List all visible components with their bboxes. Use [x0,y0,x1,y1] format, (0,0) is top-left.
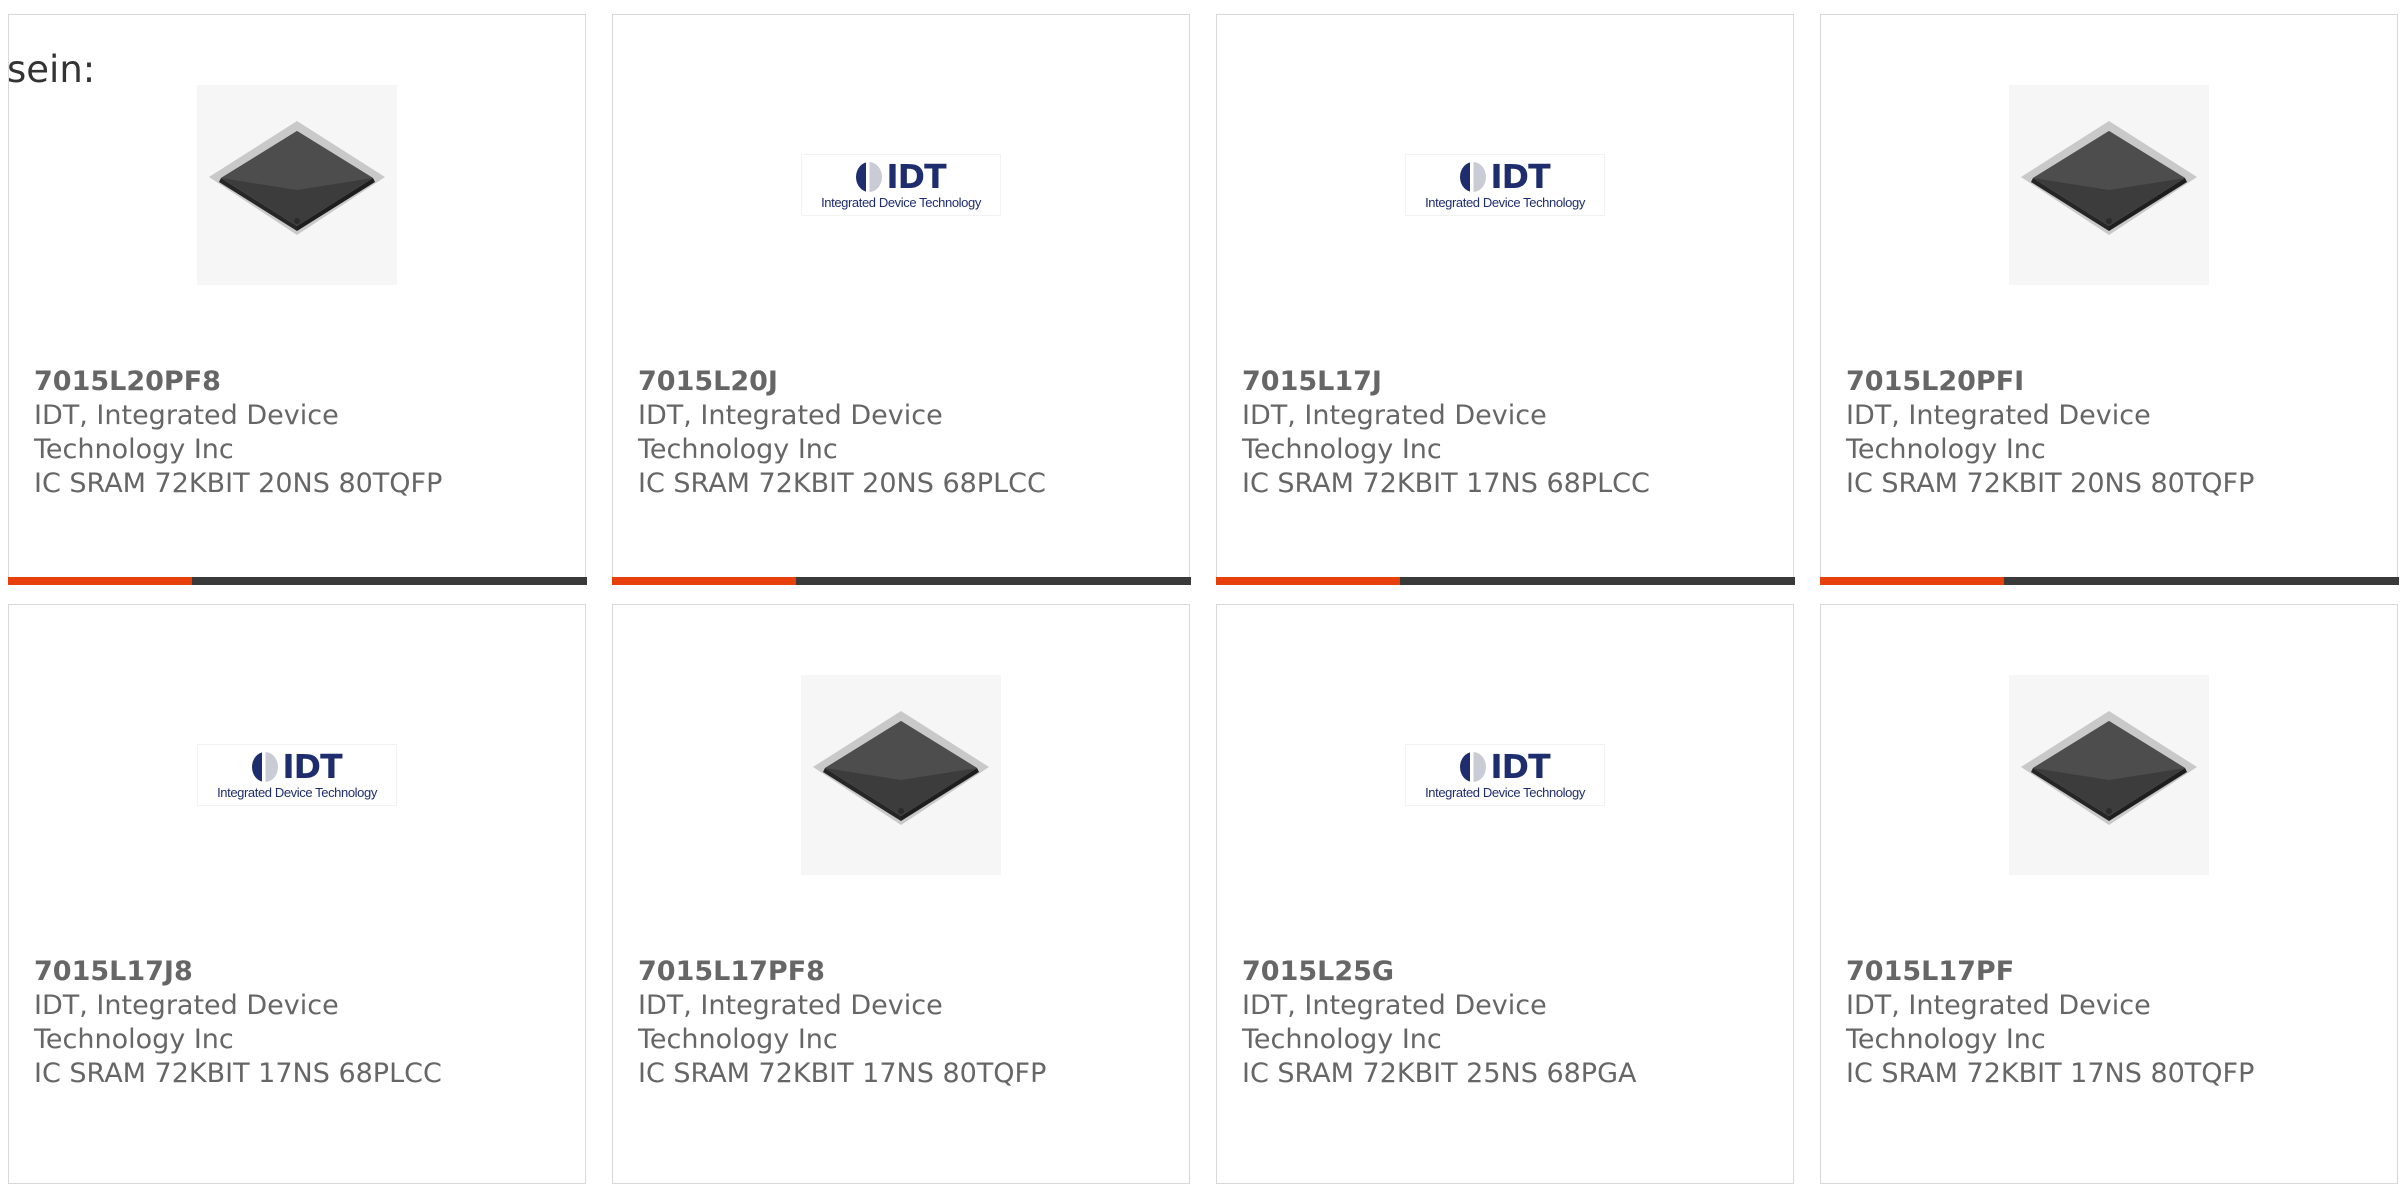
manufacturer-name: IDT, Integrated Device [1846,990,2151,1021]
product-image[interactable]: IDT Integrated Device Technology [801,85,1001,285]
card-accent-bar [1819,576,2399,585]
manufacturer-name-cont: Technology Inc [1846,1024,2046,1055]
manufacturer-name: IDT, Integrated Device [638,400,943,431]
product-info: 7015L17PF IDT, Integrated Device Technol… [1846,955,2387,1091]
manufacturer-name-cont: Technology Inc [638,1024,838,1055]
product-image[interactable] [801,675,1001,875]
idt-logo: IDT Integrated Device Technology [801,154,1001,216]
product-card[interactable]: IDT Integrated Device Technology 7015L25… [1216,604,1794,1184]
product-image[interactable]: IDT Integrated Device Technology [1405,85,1605,285]
card-accent-bar [611,576,1191,585]
manufacturer-name: IDT, Integrated Device [638,990,943,1021]
manufacturer-name-cont: Technology Inc [638,434,838,465]
product-info: 7015L20PFI IDT, Integrated Device Techno… [1846,365,2387,501]
idt-logo-icon [1460,162,1487,192]
product-description: IC SRAM 72KBIT 25NS 68PGA [1242,1058,1637,1089]
product-description: IC SRAM 72KBIT 17NS 80TQFP [638,1058,1047,1089]
product-card[interactable]: IDT Integrated Device Technology 7015L20… [611,14,1191,585]
card-accent-bar [1215,576,1795,585]
chip-package-icon [197,85,397,285]
manufacturer-name-cont: Technology Inc [1242,1024,1442,1055]
product-info: 7015L20J IDT, Integrated Device Technolo… [638,365,1179,501]
manufacturer-name-cont: Technology Inc [34,1024,234,1055]
product-info: 7015L17J8 IDT, Integrated Device Technol… [34,955,575,1091]
product-description: IC SRAM 72KBIT 20NS 68PLCC [638,468,1046,499]
product-description: IC SRAM 72KBIT 17NS 68PLCC [34,1058,442,1089]
product-card[interactable]: 7015L17PF IDT, Integrated Device Technol… [1820,604,2398,1184]
product-card[interactable]: 7015L20PF8 IDT, Integrated Device Techno… [7,14,587,585]
idt-logo-icon [856,162,883,192]
product-description: IC SRAM 72KBIT 20NS 80TQFP [34,468,443,499]
idt-logo-icon [1460,752,1487,782]
manufacturer-name-cont: Technology Inc [34,434,234,465]
idt-logo: IDT Integrated Device Technology [1405,744,1605,806]
product-image[interactable]: IDT Integrated Device Technology [1405,675,1605,875]
chip-package-icon [2009,675,2209,875]
product-description: IC SRAM 72KBIT 17NS 80TQFP [1846,1058,2255,1089]
manufacturer-name-cont: Technology Inc [1242,434,1442,465]
part-number[interactable]: 7015L17PF8 [638,955,1179,989]
product-card[interactable]: IDT Integrated Device Technology 7015L17… [1215,14,1795,585]
product-image[interactable] [197,85,397,285]
product-image[interactable] [2009,675,2209,875]
product-image[interactable]: IDT Integrated Device Technology [197,675,397,875]
product-image[interactable] [2009,85,2209,285]
product-card[interactable]: 7015L17PF8 IDT, Integrated Device Techno… [612,604,1190,1184]
product-info: 7015L17J IDT, Integrated Device Technolo… [1242,365,1783,501]
manufacturer-name: IDT, Integrated Device [34,400,339,431]
manufacturer-name: IDT, Integrated Device [1242,990,1547,1021]
product-description: IC SRAM 72KBIT 17NS 68PLCC [1242,468,1650,499]
manufacturer-name: IDT, Integrated Device [34,990,339,1021]
product-card[interactable]: 7015L20PFI IDT, Integrated Device Techno… [1819,14,2399,585]
card-accent-bar [7,576,587,585]
chip-package-icon [2009,85,2209,285]
part-number[interactable]: 7015L20J [638,365,1179,399]
idt-logo: IDT Integrated Device Technology [1405,154,1605,216]
product-info: 7015L25G IDT, Integrated Device Technolo… [1242,955,1783,1091]
idt-logo: IDT Integrated Device Technology [197,744,397,806]
intro-text: sein: [7,48,96,91]
part-number[interactable]: 7015L17J [1242,365,1783,399]
idt-logo-icon [252,752,279,782]
product-info: 7015L20PF8 IDT, Integrated Device Techno… [34,365,575,501]
manufacturer-name-cont: Technology Inc [1846,434,2046,465]
manufacturer-name: IDT, Integrated Device [1846,400,2151,431]
part-number[interactable]: 7015L17J8 [34,955,575,989]
product-card[interactable]: IDT Integrated Device Technology 7015L17… [8,604,586,1184]
part-number[interactable]: 7015L17PF [1846,955,2387,989]
chip-package-icon [801,675,1001,875]
product-info: 7015L17PF8 IDT, Integrated Device Techno… [638,955,1179,1091]
part-number[interactable]: 7015L20PF8 [34,365,575,399]
part-number[interactable]: 7015L20PFI [1846,365,2387,399]
manufacturer-name: IDT, Integrated Device [1242,400,1547,431]
part-number[interactable]: 7015L25G [1242,955,1783,989]
product-description: IC SRAM 72KBIT 20NS 80TQFP [1846,468,2255,499]
